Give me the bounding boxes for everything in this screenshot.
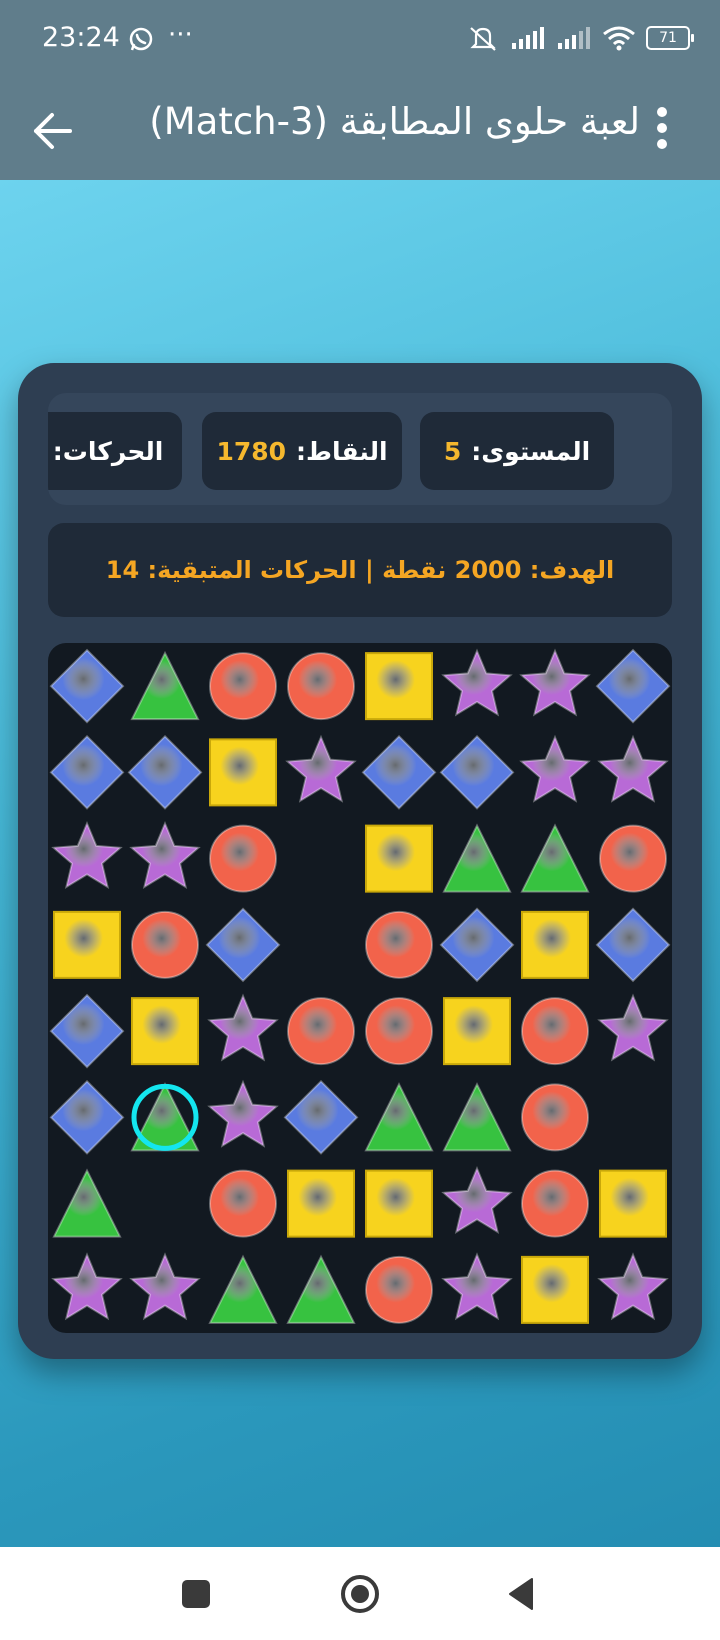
status-time: 23:24 [42, 22, 120, 53]
level-label: المستوى: [471, 436, 591, 466]
navigation-bar [0, 1547, 720, 1640]
game-board[interactable] [48, 643, 672, 1333]
star-candy[interactable] [285, 734, 357, 803]
star-candy[interactable] [597, 993, 669, 1062]
game-panel: المستوى: 5 النقاط: 1780 الحركات: 14 الهد… [18, 363, 702, 1359]
circle-candy[interactable] [365, 910, 433, 979]
signal-icon [558, 27, 590, 49]
diamond-candy[interactable] [205, 907, 281, 983]
star-candy[interactable] [51, 821, 123, 889]
circle-candy[interactable] [599, 824, 667, 893]
star-candy[interactable] [441, 648, 513, 717]
whatsapp-icon [129, 27, 153, 51]
app-bar: لعبة حلوى المطابقة (Match-3) [0, 80, 720, 180]
goal-banner: الهدف: 2000 نقطة | الحركات المتبقية: 14 [48, 523, 672, 617]
diamond-candy[interactable] [49, 734, 125, 810]
game-area: المستوى: 5 النقاط: 1780 الحركات: 14 الهد… [0, 180, 720, 1547]
diamond-candy[interactable] [49, 648, 125, 724]
circle-candy[interactable] [521, 1169, 589, 1238]
level-value: 5 [443, 436, 462, 466]
score-value: 1780 [216, 436, 287, 466]
status-icons: 71 [466, 24, 694, 52]
triangle-candy[interactable] [520, 823, 590, 893]
triangle-candy[interactable] [130, 650, 200, 721]
circle-candy[interactable] [287, 652, 355, 721]
triangle-candy[interactable] [52, 1168, 122, 1238]
circle-candy[interactable] [209, 1169, 277, 1238]
square-candy[interactable] [53, 910, 121, 979]
moves-stat: الحركات: 14 [48, 412, 182, 490]
diamond-candy[interactable] [595, 648, 671, 724]
diamond-candy[interactable] [439, 907, 515, 983]
wifi-icon [603, 26, 635, 51]
square-candy[interactable] [365, 652, 433, 721]
board-grid[interactable] [48, 643, 672, 1333]
star-candy[interactable] [441, 1166, 513, 1234]
circle-candy[interactable] [365, 1255, 433, 1324]
square-candy[interactable] [365, 1169, 433, 1238]
square-candy[interactable] [365, 824, 433, 893]
status-bar: 23:24 ··· 71 [0, 0, 720, 80]
star-candy[interactable] [519, 734, 591, 803]
battery-icon: 71 [646, 26, 694, 50]
triangle-candy[interactable] [442, 823, 512, 893]
star-candy[interactable] [441, 1252, 513, 1321]
level-stat: المستوى: 5 [420, 412, 614, 490]
diamond-candy[interactable] [127, 734, 203, 810]
diamond-candy[interactable] [49, 1079, 125, 1155]
score-stat: النقاط: 1780 [202, 412, 402, 490]
star-candy[interactable] [597, 734, 669, 803]
home-icon[interactable] [337, 1571, 383, 1617]
square-candy[interactable] [287, 1169, 355, 1238]
star-candy[interactable] [519, 648, 591, 717]
square-candy[interactable] [599, 1169, 667, 1238]
mute-icon [470, 27, 496, 51]
star-candy[interactable] [51, 1252, 123, 1321]
circle-candy[interactable] [365, 997, 433, 1066]
square-candy[interactable] [521, 1255, 589, 1324]
signal-icon [512, 27, 544, 49]
square-candy[interactable] [131, 997, 199, 1066]
square-candy[interactable] [209, 738, 277, 807]
circle-candy[interactable] [209, 652, 277, 721]
arrow-back-icon[interactable] [28, 106, 78, 156]
circle-candy[interactable] [521, 1083, 589, 1152]
back-icon[interactable] [500, 1571, 546, 1617]
score-label: النقاط: [296, 436, 388, 466]
more-icon: ··· [168, 20, 193, 50]
diamond-candy[interactable] [595, 907, 671, 983]
star-candy[interactable] [129, 821, 201, 889]
page-title: لعبة حلوى المطابقة (Match-3) [149, 100, 640, 143]
star-candy[interactable] [129, 1252, 201, 1321]
circle-candy[interactable] [287, 997, 355, 1066]
diamond-candy[interactable] [439, 734, 515, 810]
diamond-candy[interactable] [49, 993, 125, 1069]
circle-candy[interactable] [131, 910, 199, 979]
star-candy[interactable] [207, 993, 279, 1062]
more-vert-icon[interactable] [650, 102, 674, 158]
moves-label: الحركات: [52, 436, 164, 466]
star-candy[interactable] [207, 1079, 279, 1148]
star-candy[interactable] [597, 1252, 669, 1321]
triangle-candy[interactable] [286, 1254, 356, 1324]
triangle-candy[interactable] [208, 1254, 278, 1324]
stats-row: المستوى: 5 النقاط: 1780 الحركات: 14 [48, 393, 672, 505]
recents-icon[interactable] [173, 1571, 219, 1617]
square-candy[interactable] [443, 997, 511, 1066]
triangle-candy[interactable] [364, 1082, 434, 1152]
triangle-candy[interactable] [442, 1082, 512, 1152]
diamond-candy[interactable] [361, 734, 437, 810]
circle-candy[interactable] [521, 997, 589, 1066]
circle-candy[interactable] [209, 824, 277, 893]
square-candy[interactable] [521, 910, 589, 979]
diamond-candy[interactable] [283, 1079, 359, 1155]
